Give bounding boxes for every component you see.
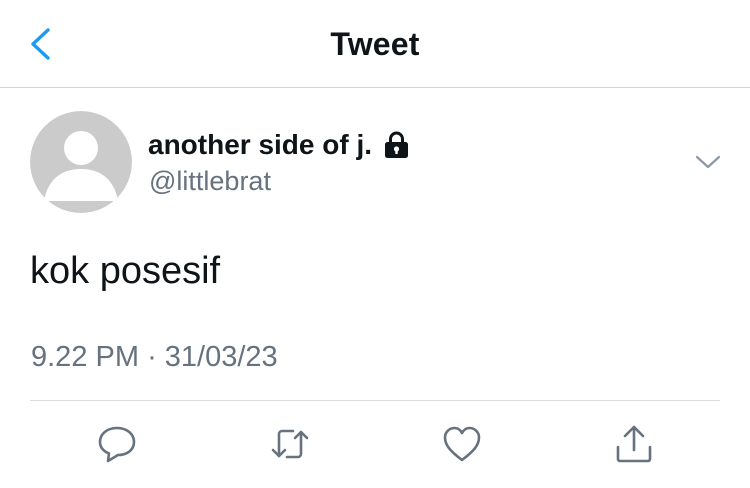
chevron-down-icon	[695, 155, 721, 169]
retweet-icon	[271, 429, 309, 459]
like-button[interactable]	[438, 420, 486, 468]
default-avatar-icon	[30, 111, 132, 213]
share-icon	[616, 425, 652, 463]
retweet-button[interactable]	[266, 420, 314, 468]
lock-icon	[383, 130, 410, 160]
author-name[interactable]: another side of j.	[148, 129, 372, 161]
author-handle[interactable]: @littlebrat	[149, 166, 271, 197]
page-title: Tweet	[330, 26, 420, 62]
reply-button[interactable]	[93, 420, 141, 468]
nav-bar: Tweet	[0, 0, 750, 88]
tweet-timestamp: 9.22 PM · 31/03/23	[31, 341, 278, 374]
share-button[interactable]	[610, 420, 658, 468]
heart-icon	[443, 426, 481, 462]
tweet-date: 31/03/23	[164, 341, 278, 373]
author-name-row: another side of j.	[148, 129, 410, 161]
tweet-time: 9.22 PM	[31, 341, 139, 373]
divider	[30, 400, 720, 401]
meta-separator: ·	[147, 341, 157, 373]
reply-icon	[98, 426, 136, 463]
more-options-button[interactable]	[694, 151, 722, 173]
tweet-text: kok posesif	[30, 250, 221, 292]
avatar[interactable]	[30, 111, 132, 213]
